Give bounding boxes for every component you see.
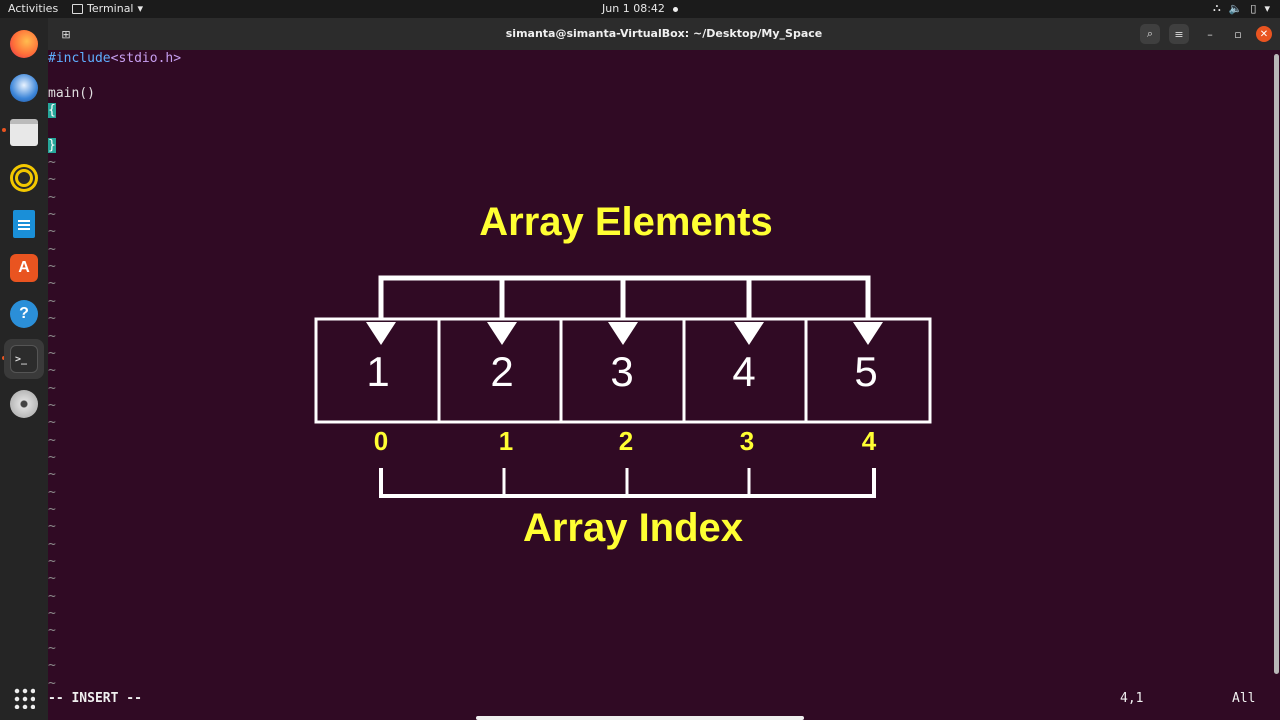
thunderbird-icon[interactable] bbox=[4, 68, 44, 108]
apps-grid-icon[interactable] bbox=[4, 678, 44, 718]
battery-icon: ▯ bbox=[1250, 1, 1257, 15]
vim-statusline: -- INSERT -- 4,1 All bbox=[48, 691, 1272, 709]
power-menu-icon: ▾ bbox=[1264, 1, 1270, 15]
search-icon[interactable]: ⌕ bbox=[1140, 24, 1160, 44]
files-icon[interactable] bbox=[4, 112, 44, 152]
dvd-icon[interactable] bbox=[4, 384, 44, 424]
close-icon[interactable]: ✕ bbox=[1256, 26, 1272, 42]
hamburger-menu-icon[interactable]: ≡ bbox=[1169, 24, 1189, 44]
arrow-head bbox=[366, 322, 396, 345]
index-ticks bbox=[502, 468, 751, 496]
dock: A ? >_ bbox=[0, 18, 48, 720]
terminal-icon[interactable]: >_ bbox=[4, 339, 44, 379]
arrow-head bbox=[487, 322, 517, 345]
chevron-down-icon: ▾ bbox=[137, 2, 144, 15]
scrollbar-thumb[interactable] bbox=[1274, 54, 1279, 674]
diagram-title-index: Array Index bbox=[522, 506, 744, 550]
array-index: 3 bbox=[739, 426, 755, 456]
array-index: 0 bbox=[373, 426, 389, 456]
activities-button[interactable]: Activities bbox=[8, 2, 58, 15]
array-index: 4 bbox=[861, 426, 877, 456]
array-element: 4 bbox=[732, 348, 756, 395]
terminal-small-icon bbox=[72, 3, 83, 14]
help-icon[interactable]: ? bbox=[4, 294, 44, 334]
app-menu[interactable]: Terminal ▾ bbox=[72, 2, 143, 15]
scroll-indicator: All bbox=[1232, 691, 1256, 706]
arrow-head bbox=[853, 322, 883, 345]
app-menu-label: Terminal bbox=[87, 2, 134, 15]
system-tray[interactable]: ⛬ 🔈 ▯ ▾ bbox=[1213, 1, 1270, 15]
window-title: simanta@simanta-VirtualBox: ~/Desktop/My… bbox=[505, 27, 823, 40]
arrow-head bbox=[734, 322, 764, 345]
network-icon: ⛬ bbox=[1213, 1, 1221, 14]
arrow-stems bbox=[499, 278, 752, 318]
rhythmbox-icon[interactable] bbox=[4, 158, 44, 198]
overlay-progress-bar bbox=[476, 716, 804, 720]
array-index: 1 bbox=[498, 426, 514, 456]
notification-dot-icon bbox=[672, 6, 678, 12]
array-element: 5 bbox=[854, 348, 878, 395]
scrollbar[interactable] bbox=[1272, 50, 1280, 720]
array-element: 2 bbox=[490, 348, 514, 395]
vim-mode: -- INSERT -- bbox=[48, 691, 142, 706]
software-icon[interactable]: A bbox=[4, 248, 44, 288]
firefox-icon[interactable] bbox=[4, 24, 44, 64]
maximize-icon[interactable]: ▫ bbox=[1228, 24, 1248, 44]
volume-icon: 🔈 bbox=[1228, 1, 1243, 15]
window-titlebar: ⊞ simanta@simanta-VirtualBox: ~/Desktop/… bbox=[48, 18, 1280, 50]
arrow-head bbox=[608, 322, 638, 345]
cursor-position: 4,1 bbox=[1120, 691, 1144, 706]
array-index: 2 bbox=[618, 426, 634, 456]
array-element: 1 bbox=[366, 348, 390, 395]
top-bar: Activities Terminal ▾ Jun 1 08:42 ⛬ 🔈 ▯ … bbox=[0, 0, 1280, 18]
clock[interactable]: Jun 1 08:42 bbox=[602, 2, 678, 15]
writer-icon[interactable] bbox=[4, 204, 44, 244]
array-element: 3 bbox=[610, 348, 634, 395]
terminal-content[interactable]: #include<stdio.h> main() { } ~ ~ ~ ~ ~ ~ ~ ~ ~ ~ ~… bbox=[48, 50, 1272, 720]
minimize-icon[interactable]: – bbox=[1200, 24, 1220, 44]
